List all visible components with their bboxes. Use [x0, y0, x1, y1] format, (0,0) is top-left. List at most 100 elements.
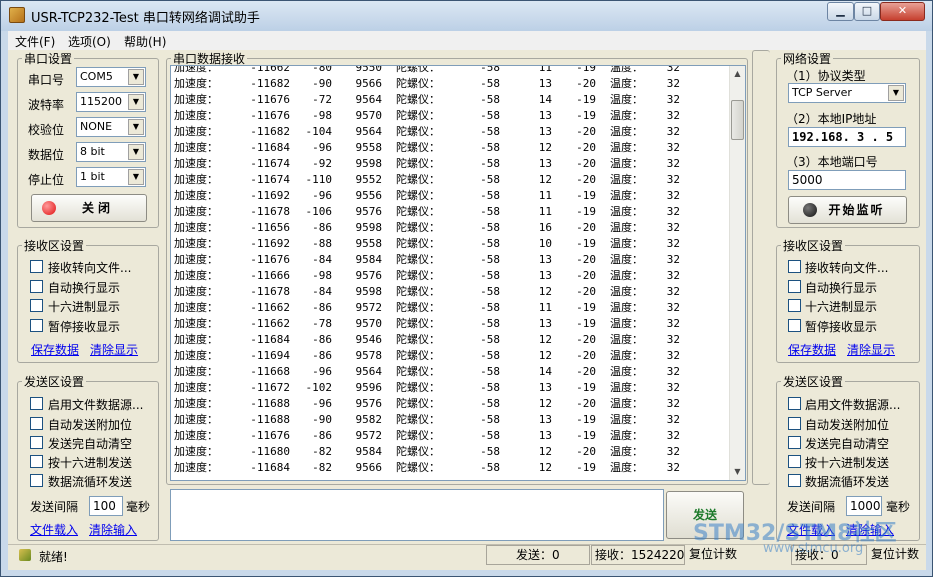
network-settings-title: 网络设置	[783, 52, 832, 66]
recv-cell-temp-label: 温度：	[610, 109, 643, 122]
scroll-thumb[interactable]	[731, 100, 744, 140]
right-file-source-checkbox[interactable]	[788, 397, 801, 410]
menu-file[interactable]: 文件(F)	[15, 33, 55, 50]
left-auto-wrap-checkbox[interactable]	[30, 280, 43, 293]
left-loop-send-checkbox[interactable]	[30, 474, 43, 487]
recv-textarea[interactable]: 加速度： -11662 -80 9550 陀螺仪： -58 11 -19 温度： 32 加速度： -1…	[170, 65, 746, 481]
recv-cell-gyro-label: 陀螺仪：	[396, 285, 440, 298]
left-auto-clear-checkbox[interactable]	[30, 436, 43, 449]
right-save-data-link[interactable]: 保存数据	[788, 341, 836, 358]
reset-count-button[interactable]: 复位计数	[686, 545, 748, 565]
right-hex-send-checkbox[interactable]	[788, 455, 801, 468]
left-pause-display-checkbox[interactable]	[30, 319, 43, 332]
recv-cell-gyro-y: 10	[538, 236, 552, 250]
recv-cell-accel-y: -82	[312, 444, 332, 458]
right-pause-display-checkbox[interactable]	[788, 319, 801, 332]
right-recv-to-file-checkbox[interactable]	[788, 260, 801, 273]
right-auto-wrap-checkbox[interactable]	[788, 280, 801, 293]
menu-help[interactable]: 帮助(H)	[124, 33, 166, 50]
close-button[interactable]: ✕	[880, 2, 925, 21]
recv-cell-temp-label: 温度：	[610, 125, 643, 138]
recv-cell-accel-x: -11684	[250, 460, 290, 474]
left-hex-send-checkbox[interactable]	[30, 455, 43, 468]
left-load-file-link[interactable]: 文件载入	[30, 521, 78, 538]
left-clear-display-link[interactable]: 清除显示	[90, 341, 138, 358]
recv-cell-gyro-x: -58	[480, 172, 500, 186]
recv-cell-accel-label: 加速度：	[174, 125, 218, 138]
recv-cell-temp-value: 32	[666, 284, 680, 298]
recv-cell-accel-x: -11680	[250, 444, 290, 458]
recv-cell-gyro-label: 陀螺仪：	[396, 253, 440, 266]
send-input[interactable]	[170, 489, 664, 541]
scroll-up-icon[interactable]: ▲	[730, 66, 745, 82]
scroll-down-icon[interactable]: ▼	[730, 464, 745, 480]
recv-cell-accel-y: -86	[312, 300, 332, 314]
protocol-label: （1）协议类型	[786, 69, 866, 83]
local-port-input[interactable]: 5000	[788, 170, 906, 190]
protocol-select[interactable]: TCP Server ▼	[788, 83, 906, 103]
recv-cell-gyro-z: -20	[576, 444, 596, 458]
recv-log-row: 加速度： -11692 -88 9558 陀螺仪： -58 10 -19 温度： 32	[174, 235, 680, 251]
left-auto-append-checkbox[interactable]	[30, 417, 43, 430]
recv-cell-temp-value: 32	[666, 428, 680, 442]
parity-select[interactable]: NONE ▼	[76, 117, 146, 137]
title-bar[interactable]: USR-TCP232-Test 串口转网络调试助手 ▁ □ ✕	[1, 1, 932, 31]
right-interval-input[interactable]: 1000	[846, 496, 882, 516]
recv-cell-gyro-y: 13	[538, 108, 552, 122]
right-auto-clear-checkbox[interactable]	[788, 436, 801, 449]
recv-cell-temp-value: 32	[666, 300, 680, 314]
recv-cell-accel-x: -11684	[250, 332, 290, 346]
left-clear-input-link[interactable]: 清除输入	[89, 521, 137, 538]
recv-cell-gyro-label: 陀螺仪：	[396, 189, 440, 202]
databits-select[interactable]: 8 bit ▼	[76, 142, 146, 162]
baud-select[interactable]: 115200 ▼	[76, 92, 146, 112]
recv-cell-temp-label: 温度：	[610, 237, 643, 250]
recv-log-row: 加速度： -11678 -106 9576 陀螺仪： -58 11 -19 温度： 32	[174, 203, 680, 219]
recv-cell-accel-z: 9546	[355, 332, 383, 346]
left-hex-display-checkbox[interactable]	[30, 299, 43, 312]
left-recv-to-file-checkbox[interactable]	[30, 260, 43, 273]
right-auto-append-checkbox[interactable]	[788, 417, 801, 430]
close-port-button[interactable]: 关闭	[31, 194, 147, 222]
recv-cell-gyro-z: -20	[576, 76, 596, 90]
recv-cell-accel-x: -11674	[250, 156, 290, 170]
recv-cell-gyro-z: -19	[576, 236, 596, 250]
recv-cell-gyro-y: 12	[538, 444, 552, 458]
recv-log-row: 加速度： -11688 -90 9582 陀螺仪： -58 13 -19 温度： 32	[174, 411, 680, 427]
recv-cell-accel-x: -11662	[250, 65, 290, 74]
ip-input[interactable]: 192.168. 3 . 5	[788, 127, 906, 147]
recv-cell-accel-x: -11678	[250, 284, 290, 298]
port-select[interactable]: COM5 ▼	[76, 67, 146, 87]
recv-cell-gyro-z: -20	[576, 172, 596, 186]
recv-log-row: 加速度： -11672 -102 9596 陀螺仪： -58 13 -19 温度： 32	[174, 379, 680, 395]
right-hex-display-checkbox[interactable]	[788, 299, 801, 312]
recv-cell-accel-x: -11692	[250, 236, 290, 250]
stopbits-select[interactable]: 1 bit ▼	[76, 167, 146, 187]
recv-cell-accel-y: -86	[312, 220, 332, 234]
recv-cell-accel-label: 加速度：	[174, 205, 218, 218]
recv-cell-temp-label: 温度：	[610, 221, 643, 234]
recv-cell-gyro-x: -58	[480, 76, 500, 90]
reset-count-right-button[interactable]: 复位计数	[868, 545, 926, 565]
status-ready-text: 就绪!	[39, 550, 68, 564]
recv-log-row: 加速度： -11676 -86 9572 陀螺仪： -58 13 -19 温度： 32	[174, 427, 680, 443]
recv-cell-accel-z: 9566	[355, 76, 383, 90]
recv-cell-accel-label: 加速度：	[174, 269, 218, 282]
recv-cell-accel-x: -11662	[250, 300, 290, 314]
left-interval-input[interactable]: 100	[89, 496, 123, 516]
maximize-button[interactable]: □	[854, 2, 880, 21]
recv-cell-accel-x: -11684	[250, 140, 290, 154]
recv-cell-temp-label: 温度：	[610, 461, 643, 474]
left-save-data-link[interactable]: 保存数据	[31, 341, 79, 358]
recv-cell-temp-label: 温度：	[610, 349, 643, 362]
recv-scrollbar[interactable]: ▲ ▼	[729, 66, 745, 480]
recv-cell-gyro-label: 陀螺仪：	[396, 397, 440, 410]
right-loop-send-checkbox[interactable]	[788, 474, 801, 487]
minimize-button[interactable]: ▁	[827, 2, 854, 21]
recv-log-row: 加速度： -11694 -86 9578 陀螺仪： -58 12 -20 温度： 32	[174, 347, 680, 363]
left-file-source-checkbox[interactable]	[30, 397, 43, 410]
recv-cell-gyro-label: 陀螺仪：	[396, 221, 440, 234]
start-listen-button[interactable]: 开始监听	[788, 196, 907, 224]
right-clear-display-link[interactable]: 清除显示	[847, 341, 895, 358]
menu-options[interactable]: 选项(O)	[68, 33, 111, 50]
